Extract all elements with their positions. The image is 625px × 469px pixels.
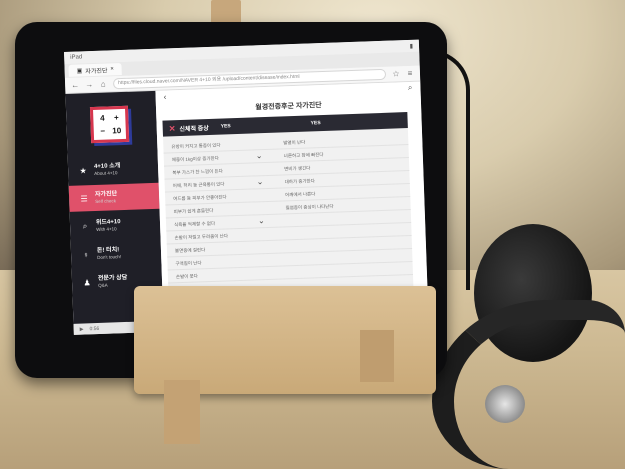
star-icon: ★ [79, 165, 87, 176]
body-symptom-icon: ✕ [168, 123, 176, 133]
status-device-label: iPad [70, 54, 83, 61]
logo-cell: − [100, 126, 106, 136]
back-icon[interactable]: ← [71, 80, 79, 89]
list-icon: ☰ [80, 193, 88, 204]
sidebar-item-sublabel: About 4+10 [94, 170, 118, 177]
symptom-right: 변비가 생긴다 [284, 165, 311, 172]
battery-icon: ▮ [409, 43, 414, 50]
symptom-left: 복부 가스가 찬 느낌이 든다 [172, 168, 223, 176]
headphone-hinge [485, 385, 525, 423]
sidebar-item-sublabel: Don't touch! [97, 254, 122, 260]
symptom-left: 구역질이 난다 [175, 260, 202, 267]
logo-cell: 10 [112, 125, 122, 135]
sidebar-item-sublabel: Q&A [98, 282, 108, 288]
star-icon[interactable]: ☆ [392, 69, 400, 78]
symptom-left: 손발이 붓다 [175, 273, 198, 280]
logo-cell: 4 [99, 113, 105, 123]
sidebar-item-sublabel: With 4+10 [96, 226, 117, 232]
yes-column-header: YES [220, 123, 231, 130]
person-icon: ♟ [83, 277, 91, 287]
app-logo[interactable]: 4 + − 10 [89, 105, 130, 144]
page-icon: ▣ [76, 67, 83, 75]
photo-scene: iPad ▮ ▣ 자가진단 × ← → ⌂ https://files.clou… [0, 0, 625, 469]
sidebar-item-with[interactable]: ⌕ 위드4+10 With 4+10 [70, 211, 161, 240]
symptom-right: 어깨에서 나른다 [285, 191, 316, 198]
chevron-down-icon[interactable]: ⌄ [256, 151, 263, 160]
symptom-left: 불면증에 걸린다 [174, 247, 206, 254]
symptom-right: 대하가 증가한다 [284, 178, 315, 185]
symptom-left: 식욕을 억제할 수 없다 [174, 220, 216, 228]
chevron-down-icon[interactable]: ⌄ [258, 216, 265, 225]
video-time: 0:56 [89, 325, 100, 333]
symptom-left: 유방이 커지고 통증이 있다 [171, 142, 221, 150]
symptom-left: 여드름 등 피부가 안좋아진다 [173, 194, 227, 202]
play-icon[interactable]: ▶ [80, 326, 84, 332]
female-icon: ♀ [82, 249, 90, 259]
symptom-right: 발열이 난다 [283, 139, 306, 146]
sidebar-item-dont-touch[interactable]: ♀ 돈! 터치! Don't touch! [71, 239, 162, 268]
yes-column-header: YES [310, 120, 321, 127]
sidebar-item-about[interactable]: ★ 4+10 소개 About 4+10 [68, 155, 159, 184]
forward-icon[interactable]: → [85, 80, 93, 89]
home-icon[interactable]: ⌂ [99, 80, 107, 89]
close-icon[interactable]: × [110, 66, 114, 72]
symptom-right: 너른하고 잠에 빠진다 [283, 152, 324, 159]
chevron-down-icon[interactable]: ⌄ [256, 177, 263, 186]
menu-icon[interactable]: ≡ [406, 69, 414, 78]
sidebar-item-self-check[interactable]: ☰ 자가진단 Self check [68, 182, 160, 212]
search-icon[interactable]: ⌕ [408, 83, 413, 93]
search-icon: ⌕ [82, 221, 88, 231]
panel-title: 신체적 증상 [179, 125, 209, 133]
easel-leg-right [360, 330, 394, 382]
symptom-left: 피부가 쉽게 흔들린다 [173, 207, 214, 215]
symptom-right: 질염증이 증상이 나타난다 [285, 203, 334, 211]
symptom-left: 체중이 1kg이상 증가한다 [171, 155, 219, 163]
symptom-left: 손발이 저릴고 두려움이 난다 [174, 233, 229, 241]
symptom-left: 어깨, 허리 등 근육통이 있다 [172, 181, 225, 189]
easel-leg-left [164, 380, 200, 444]
chevron-left-icon[interactable]: ‹ [163, 92, 166, 101]
sidebar-item-sublabel: Self check [95, 198, 117, 204]
logo-cell: + [113, 112, 119, 122]
browser-tab[interactable]: ▣ 자가진단 × [68, 62, 123, 77]
browser-tab-label: 자가진단 [85, 67, 108, 75]
